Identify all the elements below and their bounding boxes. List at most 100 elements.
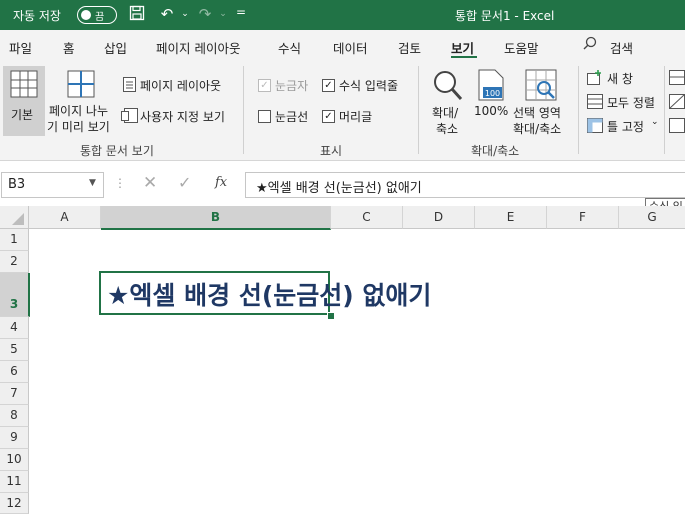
magnifier-icon [434, 71, 463, 101]
group-separator [664, 66, 665, 154]
page-break-preview-label-1: 페이지 나누 [49, 104, 109, 118]
page-layout-view-button[interactable]: 페이지 레이아웃 [121, 76, 236, 94]
page-break-preview-button[interactable]: 페이지 나누 기 미리 보기 [47, 66, 117, 136]
enter-check-icon[interactable]: ✓ [178, 173, 191, 192]
search-label[interactable]: 검색 [610, 38, 633, 57]
arrange-all-button[interactable]: 모두 정렬 [585, 93, 663, 111]
autosave-label: 자동 저장 [13, 9, 61, 23]
gridlines-checkbox[interactable] [258, 110, 271, 123]
row-header[interactable]: 11 [0, 471, 29, 493]
name-box[interactable]: B3 ▼ [1, 172, 104, 198]
tab-view[interactable]: 보기 [451, 38, 474, 57]
custom-views-label: 사용자 지정 보기 [140, 110, 225, 124]
formula-bar-label: 수식 입력줄 [339, 79, 399, 93]
title-bar: 자동 저장 끔 ↶ ⌄ ↷ ⌄ = 통합 문서1 - Excel [0, 0, 685, 30]
freeze-panes-label: 틀 고정 [607, 120, 644, 134]
ribbon-tabs: 파일 홈 삽입 페이지 레이아웃 수식 데이터 검토 보기 도움말 검색 [0, 30, 685, 60]
redo-dropdown-icon[interactable]: ⌄ [214, 5, 232, 23]
formula-text: ★엑셀 배경 선(눈금선) 없애기 [256, 181, 422, 196]
normal-view-icon [10, 70, 38, 98]
toggle-knob-icon [81, 10, 91, 20]
zoom-100-button[interactable]: 100 100% [472, 66, 508, 136]
headings-checkbox[interactable]: ✓ [322, 110, 335, 123]
row-header[interactable]: 1 [0, 229, 29, 251]
search-icon[interactable] [583, 36, 597, 53]
svg-text:100: 100 [485, 89, 500, 98]
formula-bar-checkbox[interactable]: ✓ [322, 79, 335, 92]
redo-icon[interactable]: ↷ [196, 5, 214, 23]
workbook-views-group-label: 통합 문서 보기 [80, 144, 154, 158]
column-header[interactable]: F [547, 206, 619, 229]
row-header[interactable]: 7 [0, 383, 29, 405]
column-header[interactable]: E [475, 206, 547, 229]
tab-formulas[interactable]: 수식 [278, 38, 301, 57]
row-header[interactable]: 5 [0, 339, 29, 361]
row-header[interactable]: 8 [0, 405, 29, 427]
tab-insert[interactable]: 삽입 [104, 38, 127, 57]
group-separator [578, 66, 579, 154]
zoom-button[interactable]: 확대/ 축소 [428, 66, 468, 136]
zoom-group-label: 확대/축소 [471, 144, 520, 158]
column-header[interactable]: A [29, 206, 101, 229]
select-all-button[interactable] [0, 206, 29, 229]
autosave-state: 끔 [95, 12, 105, 23]
row-header[interactable]: 3 [0, 273, 30, 317]
ruler-checkbox[interactable]: ✓ [258, 79, 271, 92]
tab-data[interactable]: 데이터 [333, 38, 368, 57]
normal-view-button[interactable]: 기본 [3, 66, 45, 136]
save-icon[interactable] [128, 5, 146, 23]
hide-window-icon[interactable] [669, 94, 685, 109]
custom-views-button[interactable]: 사용자 지정 보기 [121, 107, 236, 125]
freeze-panes-button[interactable]: 틀 고정 ⌄ [585, 117, 663, 135]
column-header[interactable]: D [403, 206, 475, 229]
group-separator [418, 66, 419, 154]
row-header[interactable]: 2 [0, 251, 29, 273]
active-tab-underline [451, 56, 477, 58]
tab-review[interactable]: 검토 [398, 38, 421, 57]
cell-b3-text: ★엑셀 배경 선(눈금선) 없애기 [107, 281, 432, 310]
unhide-window-icon[interactable] [669, 118, 685, 133]
cancel-icon[interactable]: ✕ [143, 173, 157, 193]
page-break-preview-label-2: 기 미리 보기 [47, 120, 110, 134]
zoom-100-icon: 100 [478, 69, 504, 101]
chevron-down-icon: ⌄ [651, 117, 659, 127]
arrange-all-icon [587, 94, 603, 109]
column-header[interactable]: B [101, 206, 331, 230]
row-header[interactable]: 12 [0, 493, 29, 514]
autosave-toggle[interactable]: 끔 [77, 6, 117, 24]
fill-handle[interactable] [327, 312, 335, 320]
freeze-panes-icon [587, 118, 603, 133]
customize-qat-icon[interactable]: = [236, 5, 246, 19]
page-layout-label: 페이지 레이아웃 [140, 79, 222, 93]
row-header[interactable]: 10 [0, 449, 29, 471]
formula-bar-grip-icon: ⋮ [114, 176, 126, 190]
zoom-100-label: 100% [474, 104, 509, 118]
new-window-icon [587, 70, 601, 85]
column-header[interactable]: G [619, 206, 685, 229]
undo-dropdown-icon[interactable]: ⌄ [176, 5, 194, 23]
tab-file[interactable]: 파일 [9, 38, 32, 57]
insert-function-icon[interactable]: fx [215, 175, 227, 190]
page-break-preview-icon [67, 70, 95, 98]
split-icon[interactable] [669, 70, 685, 85]
tab-page-layout[interactable]: 페이지 레이아웃 [156, 38, 240, 57]
row-header[interactable]: 9 [0, 427, 29, 449]
ruler-label: 눈금자 [275, 79, 309, 93]
zoom-selection-label-1: 선택 영역 [513, 106, 561, 120]
new-window-button[interactable]: 새 창 [585, 69, 657, 87]
formula-input[interactable]: ★엑셀 배경 선(눈금선) 없애기 [245, 172, 685, 198]
column-header[interactable]: C [331, 206, 403, 229]
name-box-dropdown-icon[interactable]: ▼ [89, 178, 96, 188]
row-header[interactable]: 6 [0, 361, 29, 383]
name-box-value: B3 [8, 177, 26, 192]
undo-icon[interactable]: ↶ [158, 5, 176, 23]
page-layout-icon [123, 77, 136, 92]
zoom-to-selection-button[interactable]: 선택 영역 확대/축소 [510, 66, 572, 136]
zoom-selection-label-2: 확대/축소 [513, 122, 562, 136]
row-header[interactable]: 4 [0, 317, 29, 339]
custom-views-icon [121, 108, 138, 123]
tab-home[interactable]: 홈 [63, 38, 75, 57]
select-all-triangle-icon [12, 213, 24, 225]
arrange-all-label: 모두 정렬 [607, 96, 655, 110]
tab-help[interactable]: 도움말 [504, 38, 539, 57]
